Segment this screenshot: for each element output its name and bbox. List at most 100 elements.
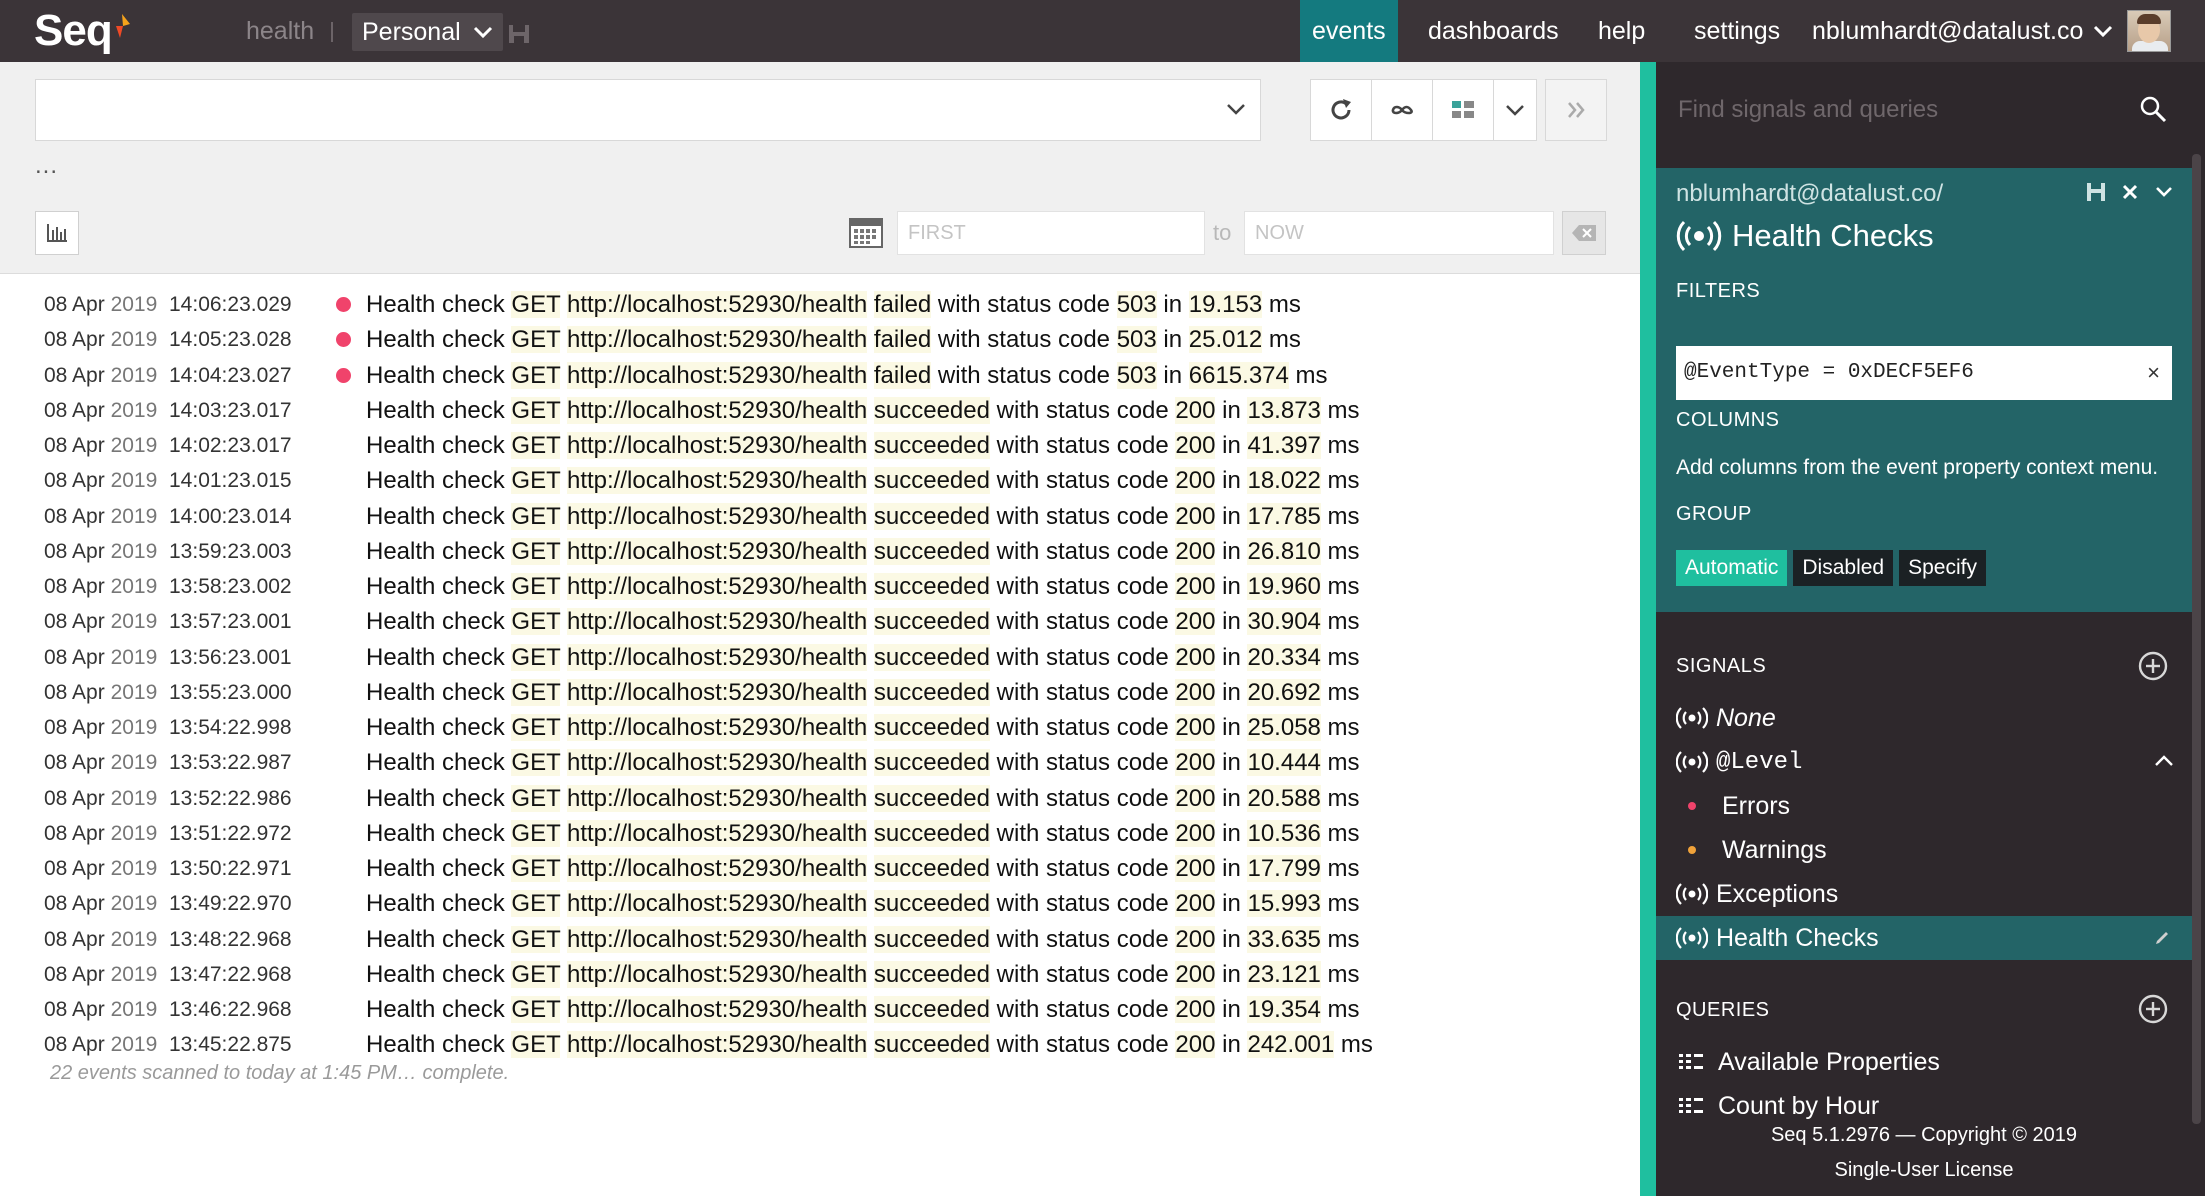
message-property: failed [873,291,932,318]
nav-events[interactable]: events [1300,0,1398,62]
event-date: 08 Apr 2019 [44,463,157,498]
message-text: Health check [366,819,512,847]
event-row[interactable]: 08 Apr 2019 13:49:22.970 Health check GET … [0,886,1640,921]
nav-settings[interactable]: settings [1694,0,1780,62]
message-text: in [1215,1031,1248,1059]
chevron-up-icon[interactable] [2154,754,2174,768]
query-more[interactable]: ... [35,152,58,180]
signal-level[interactable]: @Level [1656,740,2192,784]
error-level-icon [336,297,351,312]
event-day: 08 Apr [44,786,105,810]
message-text: Health check [366,643,512,671]
view-mode-dropdown[interactable] [1493,79,1537,141]
signal-none[interactable]: None [1656,696,2192,740]
message-property: http://localhost:52930/health [566,432,868,459]
event-row[interactable]: 08 Apr 2019 14:01:23.015 Health check GET … [0,463,1640,498]
event-row[interactable]: 08 Apr 2019 13:45:22.875 Health check GET … [0,1027,1640,1062]
histogram-button[interactable] [35,211,79,255]
message-property: failed [873,361,932,389]
event-row[interactable]: 08 Apr 2019 13:48:22.968 Health check GET … [0,922,1640,957]
range-from-input[interactable] [898,212,1204,254]
chevron-down-icon[interactable] [2154,182,2174,202]
event-row[interactable]: 08 Apr 2019 14:02:23.017 Health check GET … [0,428,1640,463]
event-row[interactable]: 08 Apr 2019 13:53:22.987 Health check GET … [0,745,1640,780]
save-icon[interactable] [2086,182,2106,202]
nav-dashboards[interactable]: dashboards [1428,0,1559,62]
message-property: 200 [1175,784,1216,812]
refresh-button[interactable] [1310,79,1372,141]
history-dropdown-icon[interactable] [1226,102,1246,116]
event-row[interactable]: 08 Apr 2019 13:46:22.968 Health check GET … [0,992,1640,1027]
event-row[interactable]: 08 Apr 2019 13:55:23.000 Health check GET … [0,675,1640,710]
event-row[interactable]: 08 Apr 2019 13:58:23.002 Health check GET … [0,569,1640,604]
event-row[interactable]: 08 Apr 2019 13:52:22.986 Health check GET … [0,781,1640,816]
filter-expression[interactable]: @EventType = 0xDECF5EF6 × [1676,346,2172,400]
event-row[interactable]: 08 Apr 2019 13:47:22.968 Health check GET … [0,957,1640,992]
event-row[interactable]: 08 Apr 2019 14:03:23.017 Health check GET … [0,393,1640,428]
seq-logo[interactable]: Seq [34,6,130,56]
query-list-icon [1679,1054,1703,1069]
event-row[interactable]: 08 Apr 2019 13:51:22.972 Health check GET … [0,816,1640,851]
message-property: succeeded [873,432,990,459]
signal-exceptions[interactable]: Exceptions [1656,872,2192,916]
message-text: in [1215,643,1248,671]
event-row[interactable]: 08 Apr 2019 13:59:23.003 Health check GET … [0,534,1640,569]
panel-scrollbar[interactable] [2192,154,2201,1124]
signal-search-input[interactable] [1678,88,2138,132]
nav-help[interactable]: help [1598,0,1645,62]
tail-button[interactable] [1371,79,1433,141]
event-year: 2019 [110,680,158,704]
message-text: ms [1320,784,1360,812]
event-date: 08 Apr 2019 [44,393,157,428]
message-property: http://localhost:52930/health [566,784,868,812]
user-menu[interactable]: nblumhardt@datalust.co [1812,0,2113,62]
event-day: 08 Apr [44,821,105,845]
event-row[interactable]: 08 Apr 2019 14:04:23.027 Health check GET … [0,358,1640,393]
event-row[interactable]: 08 Apr 2019 13:57:23.001 Health check GET … [0,604,1640,639]
message-property: 33.635 [1247,925,1321,953]
message-property: 20.692 [1247,678,1321,706]
event-row[interactable]: 08 Apr 2019 13:56:23.001 Health check GET … [0,640,1640,675]
signal-warnings[interactable]: Warnings [1656,828,2192,872]
query-count-by-hour[interactable]: Count by Hour [1656,1084,2192,1128]
event-row[interactable]: 08 Apr 2019 13:50:22.971 Health check GET … [0,851,1640,886]
pencil-icon[interactable] [2154,928,2172,946]
avatar[interactable] [2127,10,2171,52]
calendar-icon[interactable] [849,218,883,248]
group-automatic-button[interactable]: Automatic [1676,550,1788,586]
message-property: http://localhost:52930/health [566,1031,868,1059]
message-property: succeeded [873,925,990,953]
event-row[interactable]: 08 Apr 2019 14:05:23.028 Health check GET … [0,322,1640,357]
group-specify-button[interactable]: Specify [1899,550,1986,586]
query-input[interactable] [36,80,1196,140]
range-to-input[interactable] [1245,212,1553,254]
message-text: Health check [366,996,512,1023]
event-row[interactable]: 08 Apr 2019 14:00:23.014 Health check GET … [0,499,1640,534]
expand-panel-button[interactable] [1545,79,1607,141]
workspace-health-link[interactable]: health [246,0,314,62]
message-property: succeeded [873,537,990,565]
event-message: Health check GET http://localhost:52930/… [366,569,1360,604]
group-disabled-button[interactable]: Disabled [1793,550,1894,586]
remove-filter-button[interactable]: × [2147,346,2160,400]
message-text: in [1215,855,1248,882]
signal-errors[interactable]: Errors [1656,784,2192,828]
add-signal-icon[interactable] [2137,650,2169,682]
event-row[interactable]: 08 Apr 2019 14:06:23.029 Health check GET … [0,287,1640,322]
view-mode-button[interactable] [1432,79,1494,141]
grid-icon [1452,101,1474,118]
clear-range-button[interactable] [1562,211,1606,255]
add-query-icon[interactable] [2137,993,2169,1025]
workspace-selector[interactable]: Personal [352,13,503,51]
user-name: nblumhardt@datalust.co [1812,16,2084,45]
search-icon[interactable] [2138,94,2168,124]
save-workspace-icon[interactable] [508,24,530,44]
message-property: 25.012 [1188,326,1263,354]
message-property: 200 [1175,714,1216,741]
signal-health-checks[interactable]: Health Checks [1656,916,2192,960]
query-available-properties[interactable]: Available Properties [1656,1040,2192,1084]
close-icon[interactable] [2120,182,2140,202]
event-year: 2019 [110,821,158,845]
message-property: succeeded [873,996,990,1023]
event-row[interactable]: 08 Apr 2019 13:54:22.998 Health check GET … [0,710,1640,745]
